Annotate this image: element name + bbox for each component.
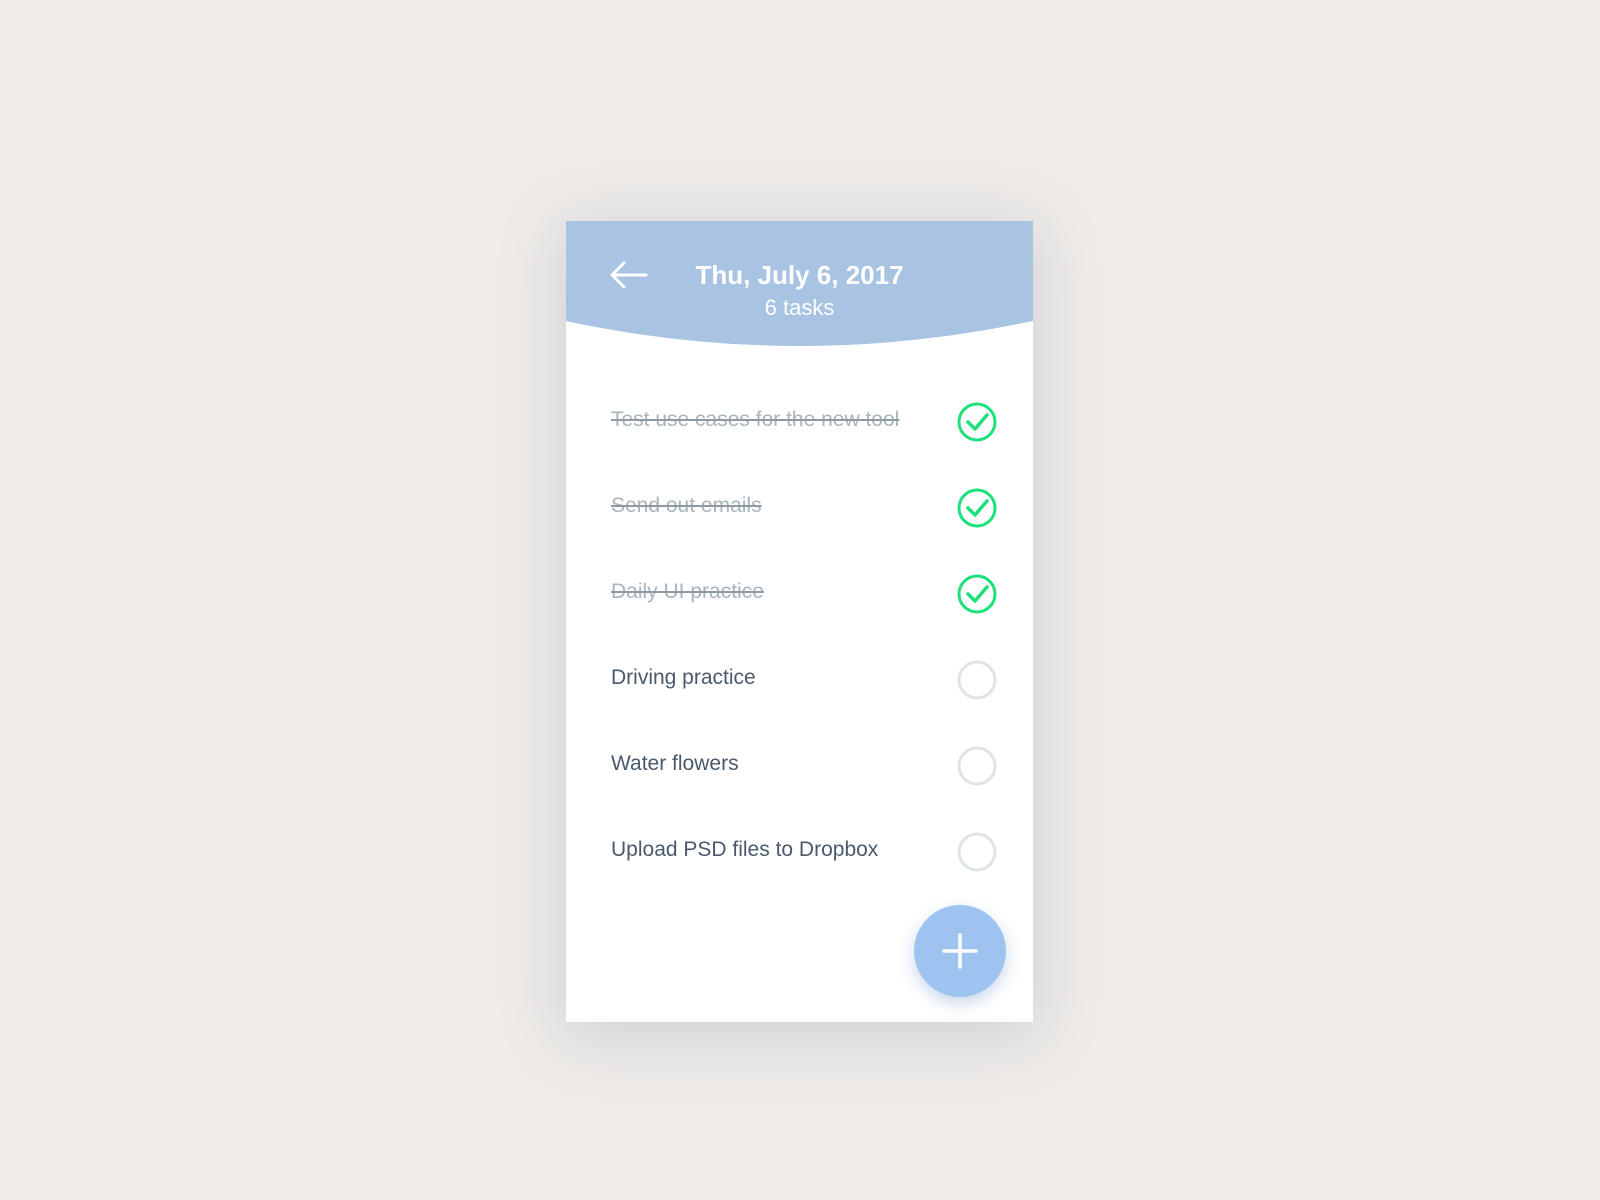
checked-circle-icon[interactable] (956, 573, 998, 615)
task-count: 6 tasks (764, 295, 835, 320)
checked-circle-icon[interactable] (956, 487, 998, 529)
header: Thu, July 6, 2017 6 tasks (566, 221, 1033, 351)
task-item: Upload PSD files to Dropbox (566, 811, 1033, 897)
task-card: Thu, July 6, 2017 6 tasks Test use cases… (566, 221, 1033, 1022)
page-title: Thu, July 6, 2017 (695, 260, 904, 290)
task-label[interactable]: Daily UI practice (611, 578, 764, 606)
add-task-button[interactable] (914, 905, 1006, 997)
task-label[interactable]: Driving practice (611, 664, 756, 692)
empty-circle-icon[interactable] (956, 831, 998, 873)
task-label[interactable]: Send out emails (611, 492, 762, 520)
empty-circle-icon[interactable] (956, 659, 998, 701)
task-item: Driving practice (566, 639, 1033, 725)
task-label[interactable]: Test use cases for the new tool (611, 406, 899, 434)
task-item: Water flowers (566, 725, 1033, 811)
task-item: Send out emails (566, 467, 1033, 553)
task-list: Test use cases for the new tool Send out… (566, 381, 1033, 897)
task-label[interactable]: Water flowers (611, 750, 739, 778)
task-item: Daily UI practice (566, 553, 1033, 639)
task-item: Test use cases for the new tool (566, 381, 1033, 467)
empty-circle-icon[interactable] (956, 745, 998, 787)
task-label[interactable]: Upload PSD files to Dropbox (611, 836, 878, 864)
checked-circle-icon[interactable] (956, 401, 998, 443)
plus-icon (942, 933, 978, 969)
